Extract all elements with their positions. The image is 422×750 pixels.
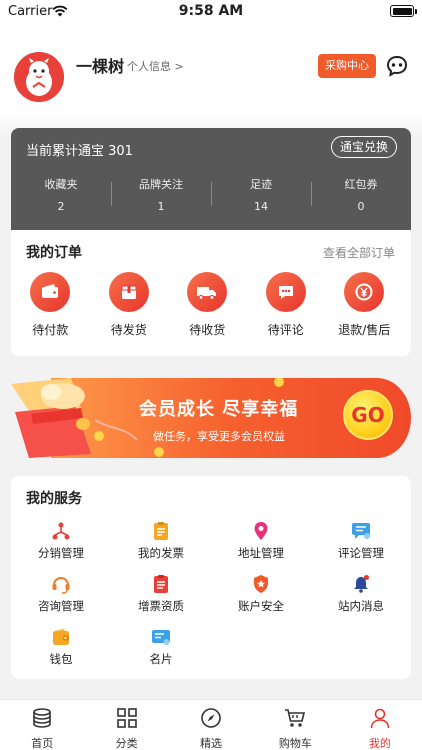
review-icon <box>350 520 372 542</box>
compass-icon <box>201 708 221 728</box>
service-distribution[interactable]: 分销管理 <box>11 520 111 562</box>
orders-card: 我的订单 查看全部订单 待付款 待发货 待收货 待评论 退款/售后 <box>11 230 411 356</box>
tab-mine[interactable]: 我的 <box>338 700 422 750</box>
service-label: 名片 <box>149 652 173 666</box>
service-consultation[interactable]: 咨询管理 <box>11 573 111 615</box>
headset-icon <box>50 573 72 595</box>
service-wallet[interactable]: 钱包 <box>11 626 111 668</box>
membership-banner[interactable]: 会员成长 尽享幸福 做任务，享受更多会员权益 GO <box>11 378 411 458</box>
comment-icon <box>265 272 306 312</box>
database-icon <box>33 708 52 728</box>
avatar-mascot-icon <box>14 52 64 102</box>
bell-icon <box>350 573 372 595</box>
service-site-messages[interactable]: 站内消息 <box>311 573 411 615</box>
cart-icon <box>285 709 306 727</box>
stat-label: 足迹 <box>250 178 272 191</box>
service-business-card[interactable]: 名片 <box>111 626 211 668</box>
battery-tip <box>415 9 417 14</box>
service-label: 账户安全 <box>238 599 284 613</box>
banner-subline: 做任务，享受更多会员权益 <box>153 430 285 443</box>
tab-category[interactable]: 分类 <box>84 700 168 750</box>
service-invoice[interactable]: 我的发票 <box>111 520 211 562</box>
tab-label: 我的 <box>368 737 391 750</box>
stat-value: 2 <box>57 200 65 213</box>
message-icon[interactable] <box>385 54 409 78</box>
invoice-icon <box>150 520 172 542</box>
go-button[interactable]: GO <box>343 390 393 440</box>
location-pin-icon <box>250 520 272 542</box>
order-pending-receipt[interactable]: 待收货 <box>168 272 247 338</box>
avatar[interactable] <box>14 52 64 102</box>
stat-value: 1 <box>157 200 165 213</box>
stat-label: 收藏夹 <box>44 178 78 191</box>
service-label: 增票资质 <box>138 599 184 613</box>
order-pending-shipment[interactable]: 待发货 <box>90 272 169 338</box>
status-bar: Carrier 9:58 AM <box>0 0 422 24</box>
treasure-card: 当前累计通宝 301 通宝兑换 收藏夹 2 品牌关注 1 足迹 14 红包券 0 <box>11 128 411 230</box>
service-label: 地址管理 <box>238 546 284 560</box>
purchase-center-button[interactable]: 采购中心 <box>318 54 376 78</box>
order-label: 退款/售后 <box>338 323 391 337</box>
bottom-tab-bar: 首页 分类 精选 购物车 我的 <box>0 699 422 750</box>
order-label: 待付款 <box>32 323 69 337</box>
service-label: 分销管理 <box>38 546 84 560</box>
treasure-total: 当前累计通宝 301 <box>26 144 133 159</box>
tab-label: 分类 <box>115 737 138 750</box>
stat-coupons[interactable]: 红包券 0 <box>311 176 411 216</box>
stat-favorites[interactable]: 收藏夹 2 <box>11 176 111 216</box>
tab-label: 首页 <box>31 737 54 750</box>
stat-footprint[interactable]: 足迹 14 <box>211 176 311 216</box>
distribution-icon <box>50 520 72 542</box>
service-address[interactable]: 地址管理 <box>211 520 311 562</box>
clock: 9:58 AM <box>178 3 244 19</box>
tab-home[interactable]: 首页 <box>0 700 84 750</box>
banner-headline: 会员成长 尽享幸福 <box>139 399 299 420</box>
stat-value: 0 <box>357 200 365 213</box>
order-label: 待收货 <box>189 323 226 337</box>
stats-row: 收藏夹 2 品牌关注 1 足迹 14 红包券 0 <box>11 176 411 216</box>
service-label: 我的发票 <box>138 546 184 560</box>
service-label: 评论管理 <box>338 546 384 560</box>
orders-title: 我的订单 <box>26 245 82 261</box>
certificate-icon <box>150 573 172 595</box>
wallet-icon <box>30 272 71 312</box>
order-pending-review[interactable]: 待评论 <box>247 272 326 338</box>
order-label: 待评论 <box>267 323 304 337</box>
service-tax-invoice-qualification[interactable]: 增票资质 <box>111 573 211 615</box>
battery-icon <box>390 5 414 17</box>
user-name: 一棵树 <box>76 57 125 76</box>
treasure-exchange-button[interactable]: 通宝兑换 <box>330 136 397 158</box>
person-icon <box>370 708 390 729</box>
profile-info-link[interactable]: 个人信息 > <box>127 58 184 74</box>
services-grid: 分销管理 我的发票 地址管理 评论管理 咨询管理 增票资质 账户安全 站内消息 … <box>11 520 411 668</box>
stat-brand-follow[interactable]: 品牌关注 1 <box>111 176 211 216</box>
order-label: 待发货 <box>110 323 147 337</box>
grid-icon <box>116 708 137 728</box>
tab-label: 购物车 <box>278 737 312 750</box>
service-review[interactable]: 评论管理 <box>311 520 411 562</box>
package-icon <box>108 272 149 312</box>
card-icon <box>150 626 172 648</box>
services-title: 我的服务 <box>26 491 82 507</box>
services-card: 我的服务 分销管理 我的发票 地址管理 评论管理 咨询管理 增票资质 账户安全 … <box>11 476 411 679</box>
shield-icon <box>250 573 272 595</box>
service-account-security[interactable]: 账户安全 <box>211 573 311 615</box>
service-label: 钱包 <box>49 652 73 666</box>
tab-cart[interactable]: 购物车 <box>253 700 337 750</box>
service-label: 站内消息 <box>338 599 384 613</box>
stat-value: 14 <box>254 200 268 213</box>
order-pending-payment[interactable]: 待付款 <box>11 272 90 338</box>
stat-label: 品牌关注 <box>139 178 183 191</box>
wallet-small-icon <box>50 626 72 648</box>
view-all-orders-link[interactable]: 查看全部订单 <box>323 244 395 261</box>
refund-icon <box>344 272 385 312</box>
stat-label: 红包券 <box>344 178 378 191</box>
order-status-row: 待付款 待发货 待收货 待评论 退款/售后 <box>11 272 411 338</box>
service-label: 咨询管理 <box>38 599 84 613</box>
tab-label: 精选 <box>200 737 223 750</box>
truck-icon <box>187 272 228 312</box>
order-refund-aftersale[interactable]: 退款/售后 <box>325 272 404 338</box>
tab-featured[interactable]: 精选 <box>169 700 253 750</box>
